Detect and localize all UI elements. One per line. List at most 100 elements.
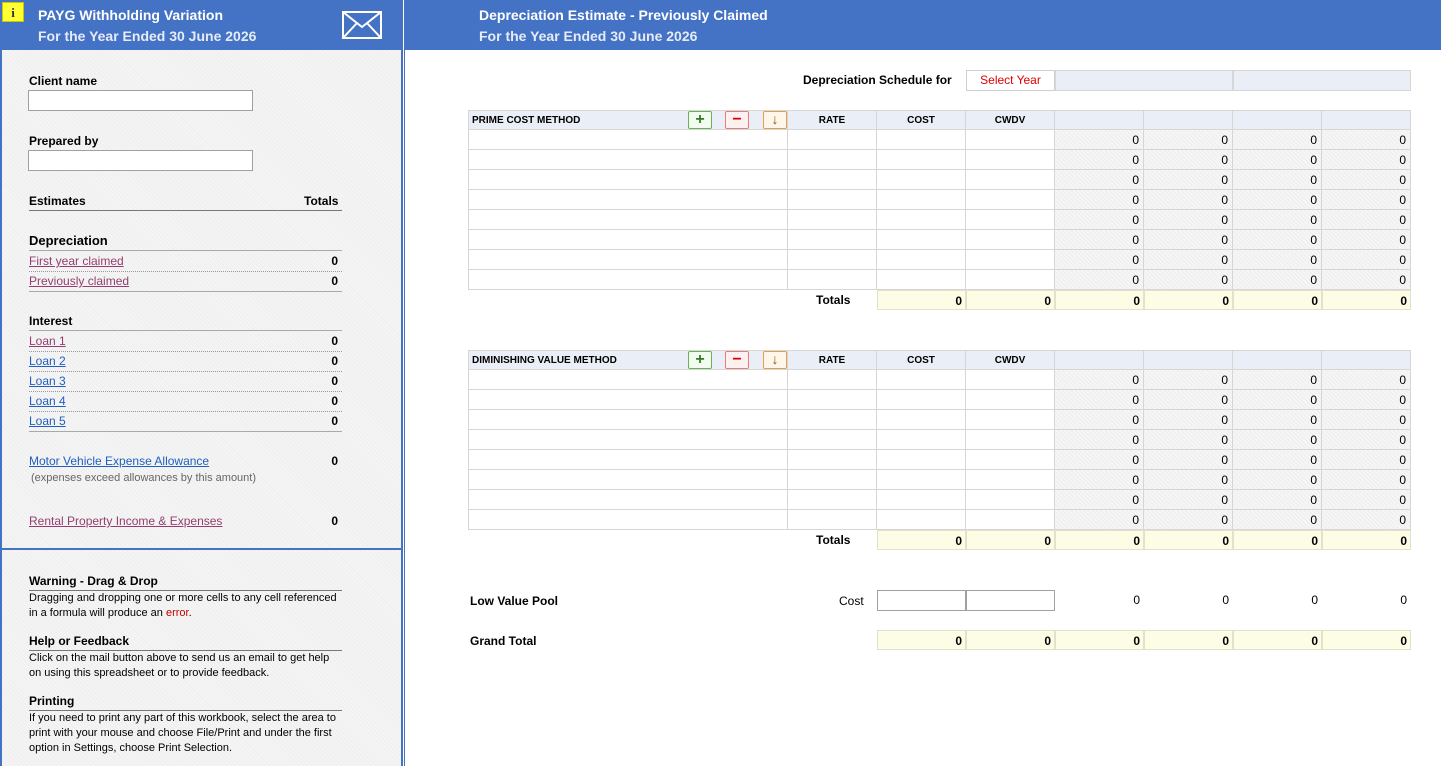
prime-cost-rate-input[interactable] <box>788 210 877 230</box>
prime-cost-year-value: 0 <box>1322 230 1411 250</box>
client-name-input[interactable] <box>28 90 253 111</box>
diminishing-value-cwdv-input[interactable] <box>966 410 1055 430</box>
diminishing-value-cwdv-input[interactable] <box>966 430 1055 450</box>
prime-cost-cwdv-input[interactable] <box>966 210 1055 230</box>
prime-cost-cost-input[interactable] <box>877 250 966 270</box>
diminishing-value-rate-input[interactable] <box>788 450 877 470</box>
diminishing-value-cwdv-input[interactable] <box>966 390 1055 410</box>
prime-cost-cwdv-input[interactable] <box>966 170 1055 190</box>
diminishing-value-asset-input[interactable] <box>468 450 788 470</box>
prime-cost-cost-input[interactable] <box>877 230 966 250</box>
prime-cost-asset-input[interactable] <box>468 130 788 150</box>
prime-cost-rate-input[interactable] <box>788 170 877 190</box>
prime-cost-cwdv-input[interactable] <box>966 270 1055 290</box>
info-icon[interactable]: i <box>2 2 24 22</box>
diminishing-value-cost-input[interactable] <box>877 510 966 530</box>
loan-5-link[interactable]: Loan 5 <box>29 414 66 428</box>
prime-cost-cost-input[interactable] <box>877 150 966 170</box>
interest-row: Loan 5 0 <box>29 411 342 431</box>
diminishing-value-asset-input[interactable] <box>468 470 788 490</box>
low-value-pool-input-2[interactable] <box>966 590 1055 611</box>
prime-cost-year-value: 0 <box>1055 230 1144 250</box>
diminishing-value-asset-input[interactable] <box>468 490 788 510</box>
diminishing-value-asset-input[interactable] <box>468 510 788 530</box>
prime-cost-asset-input[interactable] <box>468 230 788 250</box>
loan-4-link[interactable]: Loan 4 <box>29 394 66 408</box>
motor-vehicle-link[interactable]: Motor Vehicle Expense Allowance <box>29 454 209 468</box>
diminishing-value-rate-input[interactable] <box>788 390 877 410</box>
prime-cost-move-down-button[interactable]: ↓ <box>763 111 787 129</box>
diminishing-value-rate-input[interactable] <box>788 470 877 490</box>
prime-cost-rate-header: RATE <box>788 110 877 130</box>
prime-cost-year-value: 0 <box>1322 210 1411 230</box>
diminishing-value-cost-header: COST <box>877 350 966 370</box>
diminishing-value-cost-input[interactable] <box>877 490 966 510</box>
prime-cost-remove-row-button[interactable]: − <box>725 111 749 129</box>
loan-3-link[interactable]: Loan 3 <box>29 374 66 388</box>
rental-property-row: Rental Property Income & Expenses 0 <box>29 511 342 531</box>
prime-cost-asset-input[interactable] <box>468 150 788 170</box>
diminishing-value-cost-input[interactable] <box>877 470 966 490</box>
diminishing-value-cost-input[interactable] <box>877 410 966 430</box>
prepared-by-input[interactable] <box>28 150 253 171</box>
prime-cost-asset-input[interactable] <box>468 210 788 230</box>
prime-cost-asset-input[interactable] <box>468 190 788 210</box>
diminishing-value-rate-input[interactable] <box>788 370 877 390</box>
diminishing-value-remove-row-button[interactable]: − <box>725 351 749 369</box>
diminishing-value-asset-input[interactable] <box>468 390 788 410</box>
diminishing-value-cost-input[interactable] <box>877 430 966 450</box>
prime-cost-asset-input[interactable] <box>468 170 788 190</box>
diminishing-value-cwdv-input[interactable] <box>966 510 1055 530</box>
loan-1-link[interactable]: Loan 1 <box>29 334 66 348</box>
loan-2-link[interactable]: Loan 2 <box>29 354 66 368</box>
diminishing-value-asset-input[interactable] <box>468 430 788 450</box>
prime-cost-cwdv-input[interactable] <box>966 130 1055 150</box>
prime-cost-cwdv-input[interactable] <box>966 190 1055 210</box>
diminishing-value-cost-input[interactable] <box>877 450 966 470</box>
diminishing-value-asset-input[interactable] <box>468 410 788 430</box>
select-year-dropdown[interactable]: Select Year <box>966 70 1055 91</box>
motor-vehicle-note: (expenses exceed allowances by this amou… <box>31 472 257 484</box>
diminishing-value-cwdv-input[interactable] <box>966 450 1055 470</box>
interest-row: Loan 3 0 <box>29 371 342 391</box>
prime-cost-year-header <box>1055 110 1144 130</box>
header-right: Depreciation Estimate - Previously Claim… <box>404 0 1441 50</box>
diminishing-value-rate-input[interactable] <box>788 430 877 450</box>
diminishing-value-cost-input[interactable] <box>877 390 966 410</box>
prime-cost-cost-input[interactable] <box>877 130 966 150</box>
prime-cost-asset-input[interactable] <box>468 250 788 270</box>
mail-icon[interactable] <box>342 11 382 39</box>
diminishing-value-rate-input[interactable] <box>788 490 877 510</box>
diminishing-value-cwdv-input[interactable] <box>966 370 1055 390</box>
prime-cost-rate-input[interactable] <box>788 230 877 250</box>
first-year-claimed-link[interactable]: First year claimed <box>29 254 124 268</box>
rental-property-link[interactable]: Rental Property Income & Expenses <box>29 514 222 528</box>
prime-cost-rate-input[interactable] <box>788 150 877 170</box>
previously-claimed-link[interactable]: Previously claimed <box>29 274 129 288</box>
prime-cost-rate-input[interactable] <box>788 190 877 210</box>
interest-heading: Interest <box>29 314 73 328</box>
diminishing-value-rate-input[interactable] <box>788 510 877 530</box>
estimates-label: Estimates <box>29 194 86 208</box>
prime-cost-cost-input[interactable] <box>877 210 966 230</box>
diminishing-value-rate-input[interactable] <box>788 410 877 430</box>
low-value-pool-input-1[interactable] <box>877 590 966 611</box>
prime-cost-cost-input[interactable] <box>877 170 966 190</box>
prime-cost-cost-input[interactable] <box>877 270 966 290</box>
diminishing-value-cwdv-input[interactable] <box>966 490 1055 510</box>
prime-cost-cwdv-input[interactable] <box>966 150 1055 170</box>
prime-cost-cwdv-input[interactable] <box>966 230 1055 250</box>
diminishing-value-cost-input[interactable] <box>877 370 966 390</box>
prime-cost-add-row-button[interactable]: + <box>688 111 712 129</box>
diminishing-value-add-row-button[interactable]: + <box>688 351 712 369</box>
prime-cost-rate-input[interactable] <box>788 270 877 290</box>
prime-cost-cost-input[interactable] <box>877 190 966 210</box>
prime-cost-cwdv-input[interactable] <box>966 250 1055 270</box>
prime-cost-asset-input[interactable] <box>468 270 788 290</box>
prime-cost-rate-input[interactable] <box>788 250 877 270</box>
diminishing-value-year-value: 0 <box>1322 370 1411 390</box>
prime-cost-rate-input[interactable] <box>788 130 877 150</box>
diminishing-value-cwdv-input[interactable] <box>966 470 1055 490</box>
diminishing-value-asset-input[interactable] <box>468 370 788 390</box>
diminishing-value-move-down-button[interactable]: ↓ <box>763 351 787 369</box>
